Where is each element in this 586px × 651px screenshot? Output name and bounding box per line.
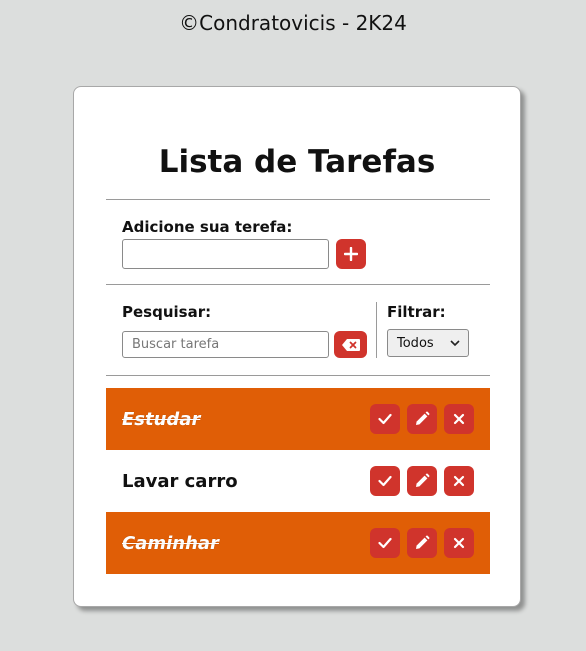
todo-item: Estudar xyxy=(106,388,490,450)
edit-todo-button[interactable] xyxy=(407,404,437,434)
search-label: Pesquisar: xyxy=(122,303,212,321)
filter-label: Filtrar: xyxy=(387,303,446,321)
check-icon xyxy=(378,413,392,425)
divider-middle xyxy=(106,284,490,285)
add-task-input[interactable] xyxy=(122,239,329,269)
todo-text: Caminhar xyxy=(122,532,219,554)
todo-item: Lavar carro xyxy=(106,450,490,512)
toolbar-separator xyxy=(376,302,377,358)
finish-todo-button[interactable] xyxy=(370,466,400,496)
close-icon xyxy=(453,537,465,549)
page-title: Lista de Tarefas xyxy=(158,144,436,180)
search-input[interactable] xyxy=(122,331,329,358)
plus-icon xyxy=(344,247,358,261)
chevron-down-icon xyxy=(450,340,460,347)
remove-todo-button[interactable] xyxy=(444,528,474,558)
check-icon xyxy=(378,475,392,487)
pencil-icon xyxy=(416,535,430,549)
todo-list: Estudar Lavar carro Caminhar xyxy=(106,388,490,574)
todo-text: Lavar carro xyxy=(122,470,238,492)
divider-top xyxy=(106,199,490,200)
check-icon xyxy=(378,537,392,549)
edit-todo-button[interactable] xyxy=(407,466,437,496)
pencil-icon xyxy=(416,473,430,487)
add-task-button[interactable] xyxy=(336,239,366,269)
todo-item: Caminhar xyxy=(106,512,490,574)
credit-text: ©Condratovicis - 2K24 xyxy=(179,11,407,35)
clear-search-button[interactable] xyxy=(334,331,367,358)
finish-todo-button[interactable] xyxy=(370,528,400,558)
filter-selected-value: Todos xyxy=(397,335,434,351)
backspace-icon xyxy=(341,338,360,351)
todo-text: Estudar xyxy=(122,408,201,430)
close-icon xyxy=(453,475,465,487)
edit-todo-button[interactable] xyxy=(407,528,437,558)
todo-card: Lista de Tarefas Adicione sua terefa: Pe… xyxy=(73,86,521,607)
remove-todo-button[interactable] xyxy=(444,404,474,434)
remove-todo-button[interactable] xyxy=(444,466,474,496)
add-label: Adicione sua terefa: xyxy=(122,218,293,236)
filter-select[interactable]: Todos xyxy=(387,329,469,357)
close-icon xyxy=(453,413,465,425)
pencil-icon xyxy=(416,411,430,425)
divider-bottom xyxy=(106,375,490,376)
finish-todo-button[interactable] xyxy=(370,404,400,434)
